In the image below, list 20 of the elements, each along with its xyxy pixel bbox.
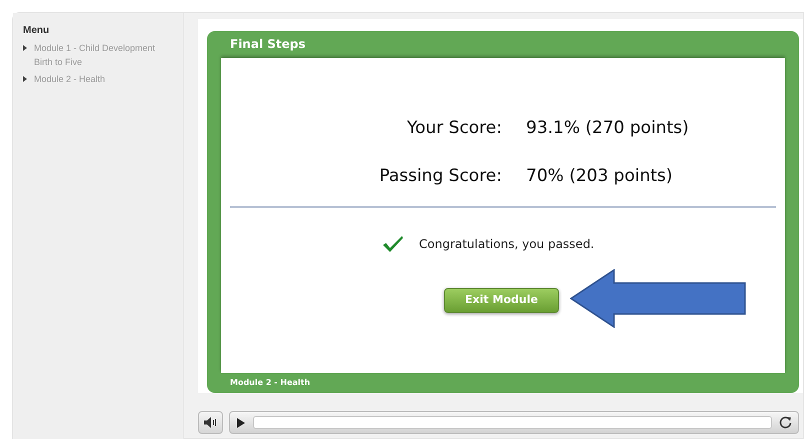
arrow-icon (570, 269, 747, 328)
menu-item[interactable]: Module 1 - Child Development Birth to Five (34, 41, 174, 69)
score-label: Passing Score: (378, 165, 502, 187)
menu-item[interactable]: Module 2 - Health (34, 72, 174, 86)
play-icon[interactable] (236, 418, 246, 428)
triangle-icon (23, 45, 27, 51)
score-value: 93.1% (270 points) (526, 117, 689, 139)
progress-track[interactable] (253, 416, 772, 429)
replay-icon[interactable] (779, 416, 792, 429)
speaker-icon (204, 417, 217, 428)
menu-title: Menu (23, 24, 50, 38)
score-value: 70% (203 points) (526, 165, 673, 187)
slide-footer: Module 2 - Health (221, 373, 785, 389)
score-label: Your Score: (406, 117, 502, 139)
volume-button[interactable] (198, 411, 223, 434)
triangle-icon (23, 76, 27, 82)
slide-title: Final Steps (229, 36, 306, 53)
success-message: Congratulations, you passed. (419, 236, 594, 253)
exit-module-button[interactable]: Exit Module (444, 288, 559, 313)
check-icon (382, 235, 404, 253)
